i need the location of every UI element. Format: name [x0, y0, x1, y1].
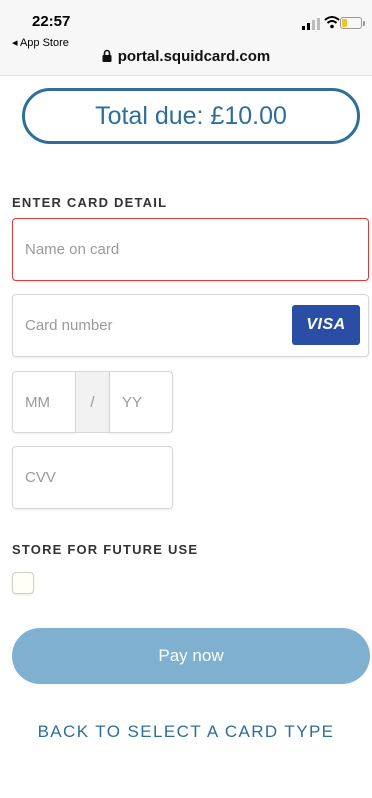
name-on-card-input[interactable]	[12, 218, 369, 281]
signal-icon	[302, 18, 320, 30]
visa-logo: VISA	[292, 305, 360, 345]
back-to-card-type-link[interactable]: BACK TO SELECT A CARD TYPE	[0, 722, 372, 742]
wifi-icon	[324, 16, 340, 29]
cvv-input[interactable]	[12, 446, 173, 509]
status-bar: 22:57 ◂ App Store portal.squidcard.com	[0, 0, 372, 76]
expiry-year-input[interactable]	[109, 371, 173, 433]
status-time: 22:57	[32, 13, 71, 30]
address-url: portal.squidcard.com	[117, 48, 271, 65]
store-future-use-checkbox[interactable]	[12, 572, 34, 594]
pay-now-button[interactable]: Pay now	[12, 628, 370, 684]
expiry-month-input[interactable]	[12, 371, 76, 433]
lock-icon	[102, 49, 112, 62]
card-detail-heading: ENTER CARD DETAIL	[12, 195, 168, 210]
battery-icon	[340, 17, 365, 29]
expiry-separator: /	[76, 371, 109, 433]
address-bar[interactable]: portal.squidcard.com	[0, 48, 372, 65]
store-future-use-heading: STORE FOR FUTURE USE	[12, 542, 199, 557]
total-due-banner: Total due: £10.00	[22, 88, 360, 144]
